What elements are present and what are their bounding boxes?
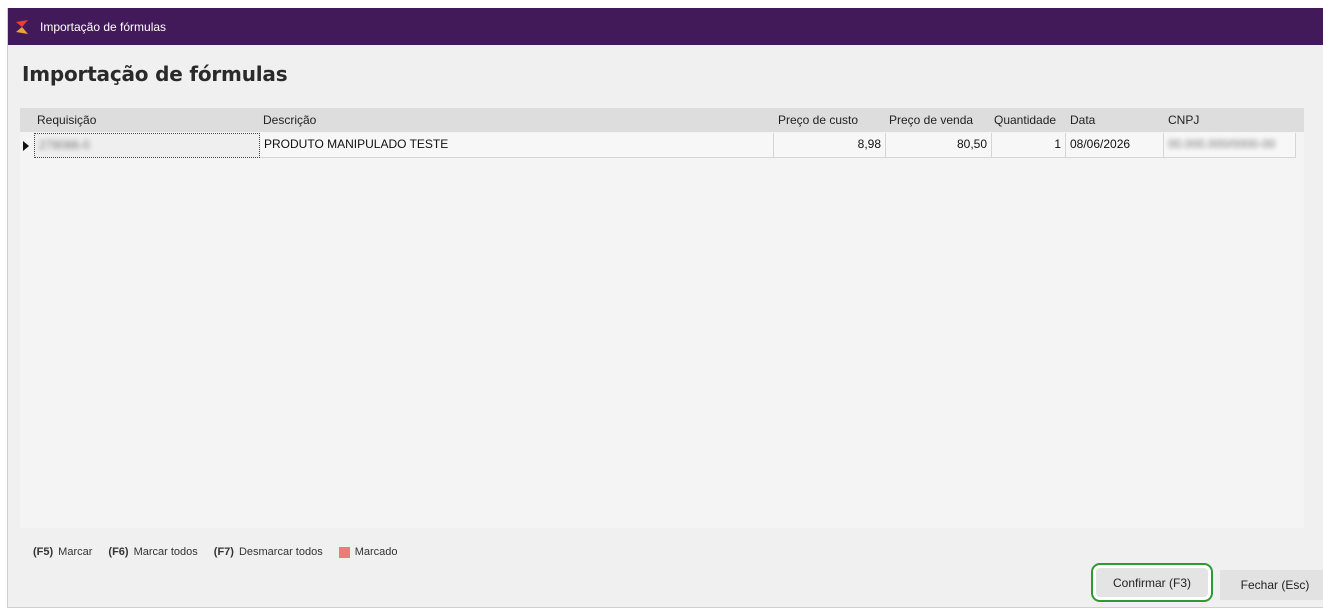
cell-cnpj[interactable]: 00.000.000/0000-00: [1164, 133, 1296, 158]
cnpj-value: 00.000.000/0000-00: [1168, 137, 1276, 151]
column-header-data[interactable]: Data: [1070, 113, 1095, 127]
f5-label: Marcar: [58, 546, 93, 558]
requisicao-value: 278086-0: [39, 138, 90, 152]
f6-key: (F6): [108, 546, 129, 558]
cell-preco-custo[interactable]: 8,98: [774, 133, 886, 158]
formulas-grid[interactable]: Requisição Descrição Preço de custo Preç…: [20, 108, 1304, 528]
f6-label: Marcar todos: [133, 546, 198, 558]
preco-custo-value: 8,98: [857, 137, 881, 151]
f5-key: (F5): [33, 546, 54, 558]
column-header-preco-custo[interactable]: Preço de custo: [778, 113, 858, 127]
marked-swatch-icon: [338, 546, 350, 558]
confirm-button[interactable]: Confirmar (F3): [1091, 563, 1213, 602]
column-header-requisicao[interactable]: Requisição: [37, 113, 96, 127]
window-title: Importação de fórmulas: [40, 19, 167, 34]
cell-preco-venda[interactable]: 80,50: [886, 133, 992, 158]
table-row[interactable]: 278086-0 PRODUTO MANIPULADO TESTE 8,98 8…: [20, 133, 1304, 158]
f7-label: Desmarcar todos: [238, 546, 323, 558]
cell-quantidade[interactable]: 1: [992, 133, 1066, 158]
cell-descricao[interactable]: PRODUTO MANIPULADO TESTE: [260, 133, 774, 158]
quantidade-value: 1: [1054, 137, 1061, 151]
cell-data[interactable]: 08/06/2026: [1066, 133, 1164, 158]
current-row-indicator-icon: [23, 141, 29, 151]
f7-key: (F7): [213, 546, 234, 558]
column-header-quantidade[interactable]: Quantidade: [994, 113, 1056, 127]
column-header-preco-venda[interactable]: Preço de venda: [889, 113, 973, 127]
legend-marcar: (F5) Marcar: [33, 546, 92, 558]
confirm-button-label: Confirmar (F3): [1096, 568, 1208, 597]
cell-requisicao[interactable]: 278086-0: [34, 133, 260, 158]
legend-marcado: Marcado: [338, 546, 398, 558]
grid-header: Requisição Descrição Preço de custo Preç…: [20, 108, 1304, 132]
close-button[interactable]: Fechar (Esc): [1220, 570, 1323, 600]
data-value: 08/06/2026: [1070, 137, 1131, 151]
app-logo-icon: [14, 18, 32, 36]
page-title: Importação de fórmulas: [22, 62, 288, 86]
legend-marcar-todos: (F6) Marcar todos: [108, 546, 197, 558]
preco-venda-value: 80,50: [956, 137, 987, 151]
marked-label: Marcado: [354, 546, 398, 558]
legend-desmarcar-todos: (F7) Desmarcar todos: [214, 546, 323, 558]
import-formulas-window: Importação de fórmulas Importação de fór…: [7, 8, 1323, 608]
title-bar: Importação de fórmulas: [8, 8, 1323, 45]
shortcut-legend: (F5) Marcar (F6) Marcar todos (F7) Desma…: [33, 546, 414, 558]
column-header-descricao[interactable]: Descrição: [263, 113, 316, 127]
descricao-value: PRODUTO MANIPULADO TESTE: [264, 137, 449, 151]
column-header-cnpj[interactable]: CNPJ: [1168, 113, 1199, 127]
